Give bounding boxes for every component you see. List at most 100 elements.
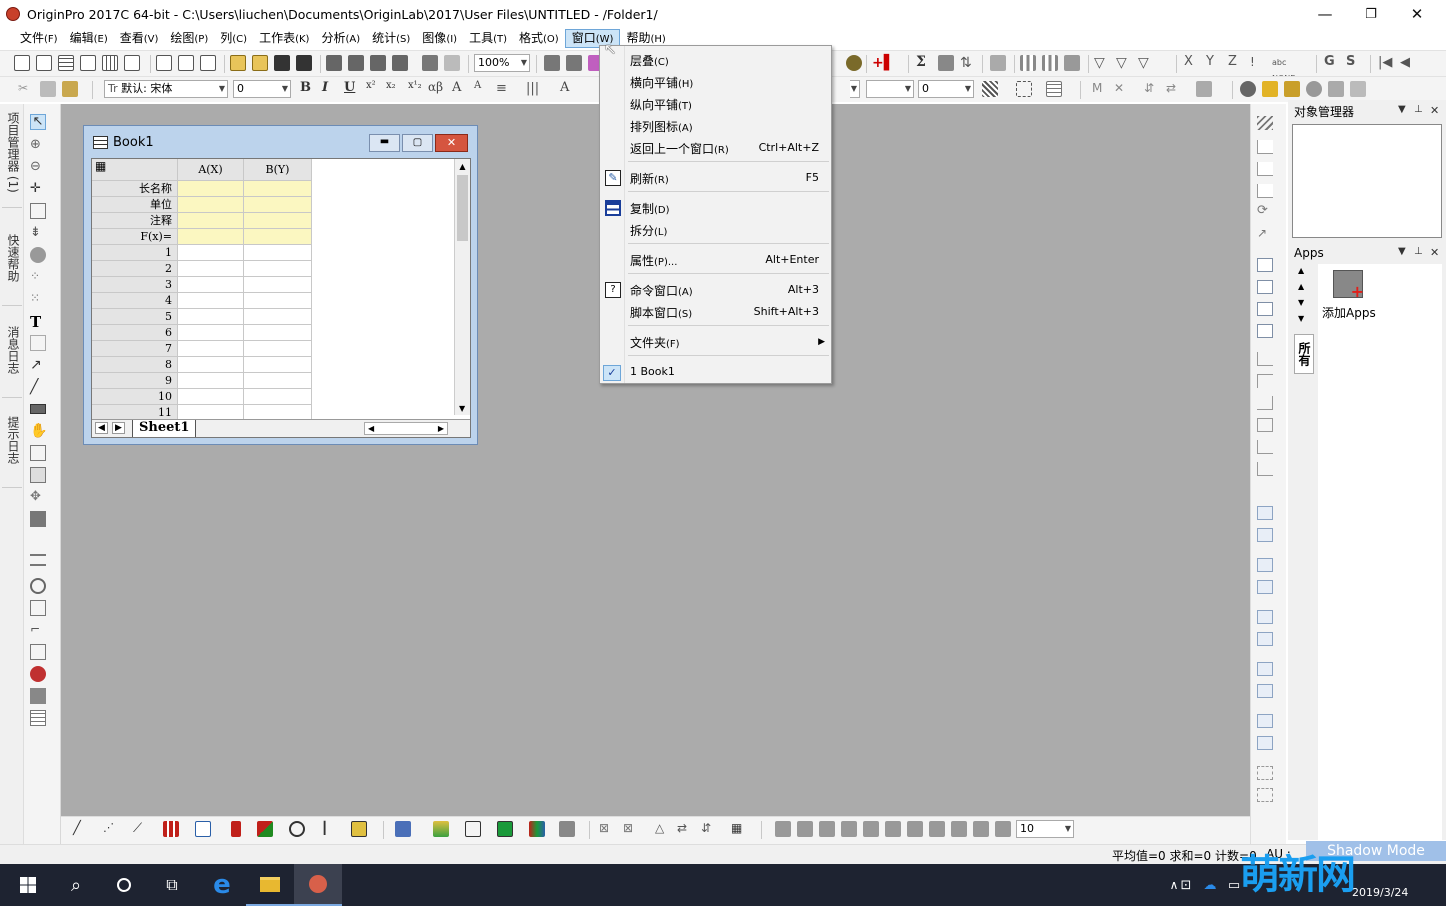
close-icon[interactable]: ✕	[1430, 246, 1439, 259]
data-cell[interactable]	[244, 261, 312, 277]
column-plot-icon[interactable]	[163, 821, 179, 837]
label-cell[interactable]	[178, 197, 244, 213]
group-objects-icon[interactable]	[1257, 766, 1273, 780]
zoom-out-icon[interactable]: ⊖	[30, 159, 46, 175]
partial-combo[interactable]: ▼	[850, 80, 860, 98]
row-number-header[interactable]: 3	[92, 277, 178, 293]
book-maximize-button[interactable]: ▢	[402, 134, 433, 152]
date-time-stamp-icon[interactable]	[1257, 324, 1273, 338]
panel-menu-icon[interactable]: ▼	[1398, 104, 1406, 115]
open-template-icon[interactable]	[252, 55, 268, 71]
data-cell[interactable]	[244, 341, 312, 357]
swap-icon[interactable]: ⇄	[1166, 81, 1182, 97]
trapezoid-icon[interactable]	[863, 821, 879, 837]
rotate-icon[interactable]: ⟳	[1257, 204, 1273, 218]
sheet-tab-sheet1[interactable]: Sheet1	[132, 420, 197, 437]
set-x-icon[interactable]: X	[1184, 54, 1193, 69]
contour-icon[interactable]	[497, 821, 513, 837]
new-folder-icon[interactable]	[36, 55, 52, 71]
rescale-icon[interactable]	[1257, 140, 1273, 154]
sigma-icon[interactable]: Σ	[916, 54, 926, 70]
menu-file[interactable]: 文件(F)	[14, 29, 64, 48]
set-y-icon[interactable]: Y	[1206, 54, 1214, 69]
export-icon[interactable]	[566, 55, 582, 71]
layer-icon[interactable]	[1240, 81, 1256, 97]
layer-contents-icon[interactable]	[1328, 81, 1344, 97]
insert-image-icon[interactable]	[30, 467, 46, 483]
ternary-icon[interactable]: △	[655, 821, 671, 837]
same-height-icon[interactable]	[1257, 736, 1273, 750]
heatmap-icon[interactable]	[529, 821, 545, 837]
data-cell[interactable]	[178, 245, 244, 261]
decrease-font-button[interactable]: A	[474, 80, 481, 91]
merge-icon[interactable]: M	[1092, 81, 1108, 97]
align-bottom-icon[interactable]	[1257, 580, 1273, 594]
line-spacing-icon[interactable]: |||	[526, 81, 542, 97]
minimize-button[interactable]: —	[1302, 0, 1348, 28]
line-width-combo[interactable]: ▼	[866, 80, 914, 98]
arrange-layers-icon[interactable]	[1350, 81, 1366, 97]
open-icon[interactable]	[230, 55, 246, 71]
menu-format[interactable]: 格式(O)	[513, 29, 565, 48]
bottom-size-combo[interactable]: 10 ▼	[1016, 820, 1074, 838]
new-project-icon[interactable]	[14, 55, 30, 71]
menu-item-refresh[interactable]: ✎ 刷新(R) F5	[600, 167, 831, 189]
text-tool-icon[interactable]: T	[30, 313, 46, 331]
menu-plot[interactable]: 绘图(P)	[164, 29, 214, 48]
border-icon[interactable]	[1016, 81, 1032, 97]
sort-icon[interactable]: ⇅	[960, 55, 976, 71]
sheet-next-icon[interactable]: ▶	[112, 422, 125, 434]
new-function-icon[interactable]	[124, 55, 140, 71]
close-button[interactable]: ✕	[1394, 0, 1440, 28]
data-cell[interactable]	[244, 357, 312, 373]
row-number-header[interactable]: 8	[92, 357, 178, 373]
menu-item-split[interactable]: 拆分(L)	[600, 219, 831, 241]
statistics-icon[interactable]	[938, 55, 954, 71]
worksheet-grid[interactable]: ▦ A(X) B(Y) 长名称 单位 注释 F(x)= 1 2 3 4 5 6 7 8 9 10 11 ▲ ▼ ◀ ▶ Sh…	[91, 158, 471, 438]
import-ascii-icon[interactable]	[392, 55, 408, 71]
menu-item-cascade[interactable]: 层叠(C)	[600, 49, 831, 71]
pie-icon[interactable]	[797, 821, 813, 837]
3d-bars-icon[interactable]	[395, 821, 411, 837]
axis-top-icon[interactable]	[1257, 374, 1273, 388]
data-cell[interactable]	[244, 309, 312, 325]
anchor-icon[interactable]	[775, 821, 791, 837]
close-icon[interactable]: ✕	[1430, 104, 1439, 117]
menu-item-tile-horizontal[interactable]: 横向平铺(H)	[600, 71, 831, 93]
axis-box-icon[interactable]	[1257, 418, 1273, 432]
menu-item-properties[interactable]: 属性(P)... Alt+Enter	[600, 249, 831, 271]
origin-taskbar-icon[interactable]	[294, 864, 342, 906]
move-layer-icon[interactable]: ✥	[30, 489, 46, 505]
data-reader-icon[interactable]: ✛	[30, 181, 46, 197]
line-plot-icon[interactable]: ╱	[73, 821, 89, 837]
scroll-thumb[interactable]	[457, 175, 468, 241]
label-cell[interactable]	[244, 213, 312, 229]
bold-button[interactable]: B	[300, 80, 311, 95]
cut-icon[interactable]: ✂	[18, 81, 34, 97]
insert-graph-icon[interactable]	[30, 445, 46, 461]
recorder-icon[interactable]	[30, 666, 46, 682]
underline-button[interactable]: U	[344, 80, 355, 95]
menu-image[interactable]: 图像(I)	[416, 29, 463, 48]
row-label-header[interactable]: 长名称	[92, 181, 178, 197]
align-right-icon[interactable]	[1257, 528, 1273, 542]
fill-pattern-icon[interactable]	[982, 81, 998, 97]
object-manager-body[interactable]	[1292, 124, 1442, 238]
align-hcenter-icon[interactable]	[1257, 632, 1273, 646]
scroll-up-icon[interactable]: ▲	[1298, 282, 1304, 291]
smith-icon[interactable]: ⇄	[677, 821, 693, 837]
new-layout-icon[interactable]	[156, 55, 172, 71]
label-cell[interactable]	[178, 181, 244, 197]
add-layer-icon[interactable]	[30, 335, 46, 351]
first-page-icon[interactable]: |◀	[1378, 55, 1394, 71]
book-close-button[interactable]: ✕	[435, 134, 468, 152]
scroll-right-icon[interactable]: ▶	[438, 423, 444, 435]
column-header[interactable]: B(Y)	[244, 159, 312, 181]
refresh-icon[interactable]	[444, 55, 460, 71]
row-label-header[interactable]: F(x)=	[92, 229, 178, 245]
column-header[interactable]: A(X)	[178, 159, 244, 181]
rescale-y-icon[interactable]	[1257, 184, 1273, 198]
import-wizard-icon[interactable]	[370, 55, 386, 71]
greek-button[interactable]: αβ	[428, 80, 443, 94]
font-color-button[interactable]: A	[560, 80, 569, 95]
